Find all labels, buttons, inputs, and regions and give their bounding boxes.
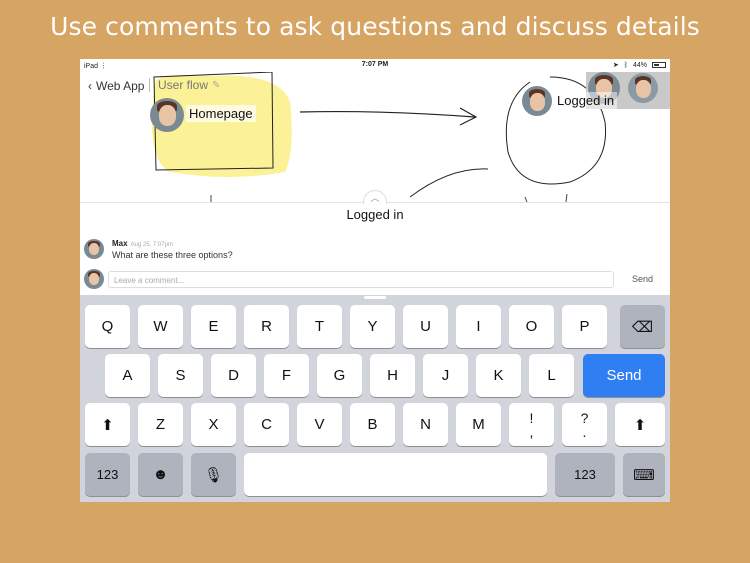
collaborator-avatar[interactable] — [628, 73, 658, 103]
key-question: ? — [580, 409, 589, 426]
key-w[interactable]: W — [138, 305, 183, 348]
pencil-icon: ✎ — [212, 79, 221, 91]
node-label-homepage[interactable]: Homepage — [186, 105, 256, 122]
key-r[interactable]: R — [244, 305, 289, 348]
comment-composer: Leave a comment... Send — [84, 268, 666, 292]
key-exclamation-comma[interactable]: ! , — [509, 403, 554, 446]
space-key[interactable] — [244, 453, 547, 496]
node-label-logged-in[interactable]: Logged in — [554, 92, 618, 109]
back-button[interactable]: ‹ Web App — [88, 79, 144, 93]
key-i[interactable]: I — [456, 305, 501, 348]
shift-key-right[interactable]: ⬆ — [615, 403, 665, 446]
shift-key-left[interactable]: ⬆ — [85, 403, 130, 446]
emoji-icon: ☻ — [152, 466, 169, 483]
key-u[interactable]: U — [403, 305, 448, 348]
keyboard-dismiss-icon: ⌨ — [633, 466, 655, 484]
key-p[interactable]: P — [562, 305, 607, 348]
backspace-key[interactable]: ⌫ — [620, 305, 665, 348]
comment-author: Max Aug 25, 7:07pm — [112, 239, 173, 248]
key-f[interactable]: F — [264, 354, 309, 397]
key-j[interactable]: J — [423, 354, 468, 397]
send-comment-button[interactable]: Send — [632, 274, 653, 284]
key-m[interactable]: M — [456, 403, 501, 446]
battery-percent: 44% — [632, 61, 647, 69]
key-period: . — [582, 423, 587, 440]
connector-line — [409, 168, 489, 198]
keyboard: Q W E R T Y U I O P ⌫ A S D F G H J K L … — [80, 295, 670, 502]
key-b[interactable]: B — [350, 403, 395, 446]
send-key[interactable]: Send — [583, 354, 665, 397]
numbers-key-left[interactable]: 123 — [85, 453, 130, 496]
comment-text: What are these three options? — [112, 250, 233, 260]
chevron-up-icon: ︿ — [370, 193, 380, 203]
key-t[interactable]: T — [297, 305, 342, 348]
comment-date: Aug 25, 7:07pm — [130, 242, 173, 248]
flow-name: User flow — [158, 78, 209, 92]
hide-keyboard-key[interactable]: ⌨ — [623, 453, 665, 496]
shift-icon: ⬆ — [633, 416, 647, 434]
dictation-key[interactable]: 🎙 — [191, 453, 236, 496]
location-icon: ➤ — [612, 62, 619, 69]
key-x[interactable]: X — [191, 403, 236, 446]
key-n[interactable]: N — [403, 403, 448, 446]
headline: Use comments to ask questions and discus… — [50, 12, 700, 41]
key-comma: , — [529, 423, 534, 440]
bluetooth-icon: ᛒ — [623, 61, 628, 69]
arrow-line — [299, 110, 476, 118]
comment-input[interactable]: Leave a comment... — [108, 271, 614, 288]
avatar — [84, 239, 104, 259]
key-q[interactable]: Q — [85, 305, 130, 348]
status-right: ➤ ᛒ 44% — [613, 61, 666, 69]
comment-item: Max Aug 25, 7:07pm What are these three o… — [84, 239, 644, 263]
key-s[interactable]: S — [158, 354, 203, 397]
sheet-title: Logged in — [346, 207, 404, 222]
avatar — [150, 98, 184, 132]
key-c[interactable]: C — [244, 403, 289, 446]
emoji-key[interactable]: ☻ — [138, 453, 183, 496]
backspace-icon: ⌫ — [631, 318, 654, 336]
key-a[interactable]: A — [105, 354, 150, 397]
avatar — [84, 269, 104, 289]
key-v[interactable]: V — [297, 403, 342, 446]
key-e[interactable]: E — [191, 305, 236, 348]
status-time: 7:07 PM — [361, 61, 389, 68]
key-exclamation: ! — [529, 409, 534, 426]
key-z[interactable]: Z — [138, 403, 183, 446]
microphone-icon: 🎙 — [203, 466, 224, 484]
key-question-period[interactable]: ? . — [562, 403, 607, 446]
status-bar: iPad ︙ 7:07 PM ➤ ᛒ 44% — [80, 59, 670, 72]
shift-icon: ⬆ — [101, 416, 114, 434]
flow-title[interactable]: User flow ✎ — [158, 78, 220, 92]
numbers-key-right[interactable]: 123 — [555, 453, 615, 496]
key-y[interactable]: Y — [350, 305, 395, 348]
key-l[interactable]: L — [529, 354, 574, 397]
chevron-left-icon: ‹ — [88, 79, 92, 93]
key-o[interactable]: O — [509, 305, 554, 348]
avatar — [522, 86, 552, 116]
keyboard-grabber[interactable] — [364, 296, 386, 299]
key-k[interactable]: K — [476, 354, 521, 397]
ipad-screen: iPad ︙ 7:07 PM ➤ ᛒ 44% ‹ Web App User fl… — [80, 59, 670, 502]
tick-3 — [565, 193, 568, 202]
back-label: Web App — [96, 79, 145, 93]
battery-icon — [652, 62, 666, 68]
key-d[interactable]: D — [211, 354, 256, 397]
key-g[interactable]: G — [317, 354, 362, 397]
key-h[interactable]: H — [370, 354, 415, 397]
nav-divider — [149, 78, 150, 92]
flow-canvas[interactable]: ‹ Web App User flow ✎ Homepage Logged in — [80, 72, 670, 202]
